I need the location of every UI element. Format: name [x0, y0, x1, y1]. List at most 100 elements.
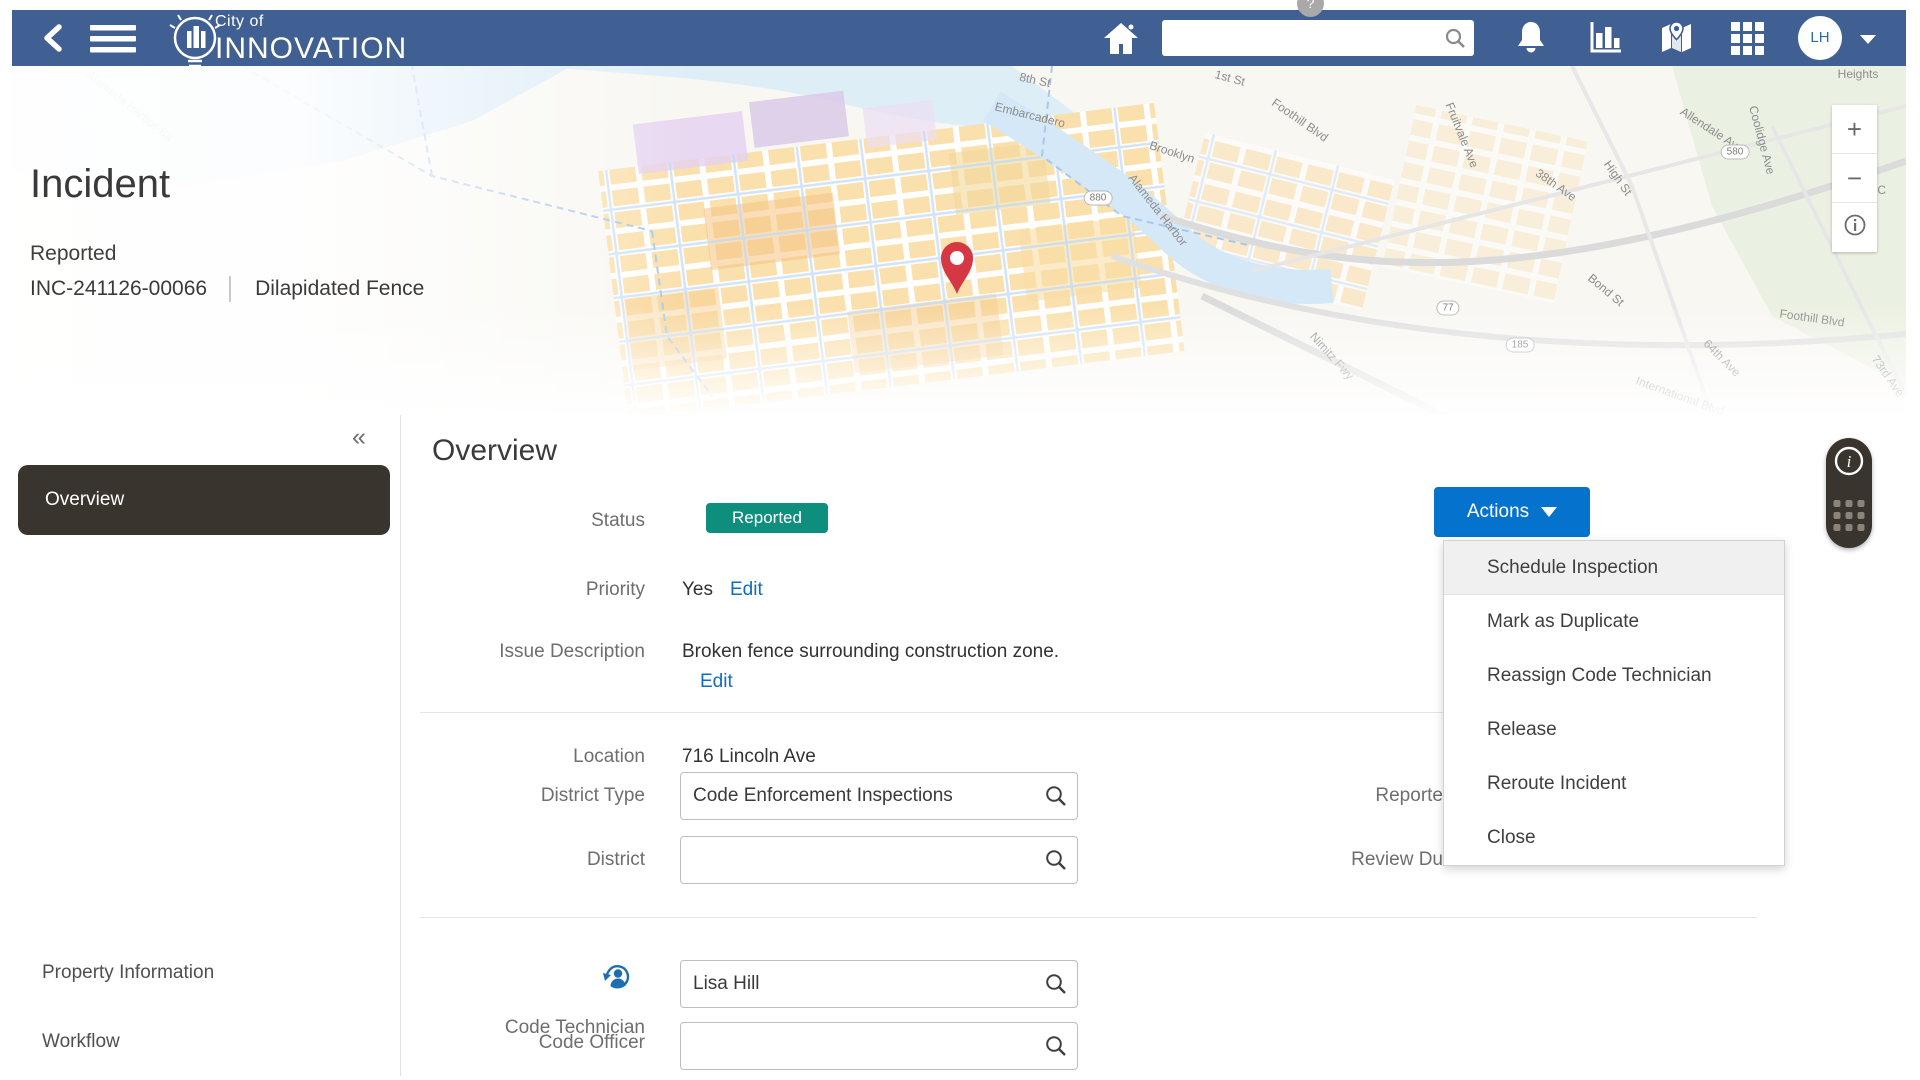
map-street-label: Foothill Blvd	[1269, 96, 1331, 145]
map-banner: Alameda Harbor-Ba8th St1st StEmbarcadero…	[12, 66, 1906, 415]
location-value: 716 Lincoln Ave	[682, 744, 816, 770]
notifications-button[interactable]	[1514, 19, 1548, 59]
actions-button-label: Actions	[1467, 501, 1529, 522]
hamburger-icon	[90, 25, 136, 53]
incident-type: Dilapidated Fence	[255, 277, 424, 301]
reported-date-label-truncated: Reporte	[1243, 783, 1443, 809]
map-icon	[1658, 20, 1695, 56]
map-street-label: 1st St	[1213, 67, 1246, 88]
map-street-label: Fruitvale Ave	[1443, 100, 1482, 169]
sidebar-item-workflow[interactable]: Workflow	[42, 1029, 120, 1055]
bar-chart-icon	[1588, 20, 1624, 56]
menu-item-schedule-inspection[interactable]: Schedule Inspection	[1444, 541, 1784, 595]
district-field	[680, 836, 1078, 884]
code-technician-field	[680, 960, 1078, 1008]
svg-text:i: i	[1847, 452, 1852, 471]
map-info-button[interactable]	[1832, 203, 1877, 252]
id-type-divider	[229, 276, 231, 302]
page-title: Incident	[30, 162, 424, 207]
map-zoom-out-button[interactable]: −	[1832, 154, 1877, 203]
home-button[interactable]	[1102, 21, 1140, 59]
status-badge: Reported	[706, 503, 828, 533]
priority-label: Priority	[292, 577, 645, 603]
app-logo[interactable]: City of INNOVATION	[215, 13, 407, 66]
back-chevron-icon	[38, 22, 70, 54]
issue-description-label: Issue Description	[292, 639, 645, 665]
logo-innovation: INNOVATION	[215, 32, 407, 66]
menu-item-reassign-code-technician[interactable]: Reassign Code Technician	[1444, 649, 1784, 703]
code-officer-label: Code Officer	[292, 1030, 645, 1056]
back-button[interactable]	[38, 22, 70, 57]
map-street-label: Embarcadero	[993, 99, 1066, 130]
district-type-search-icon[interactable]	[1045, 785, 1067, 807]
map-street-label: 8th St	[1018, 70, 1052, 90]
reassign-person-icon[interactable]	[602, 962, 632, 992]
actions-caret-icon	[1541, 507, 1557, 517]
code-technician-input[interactable]	[680, 960, 1078, 1008]
code-officer-input[interactable]	[680, 1022, 1078, 1070]
feedback-widget[interactable]: i	[1826, 438, 1872, 548]
district-label: District	[292, 847, 645, 873]
map-street-label: Alameda Harbor	[1126, 171, 1191, 248]
map-view-button[interactable]	[1658, 20, 1695, 59]
bell-icon	[1514, 19, 1548, 56]
map-street-label: Bond St	[1585, 271, 1627, 309]
feedback-dots-grid-icon	[1834, 500, 1865, 531]
section-divider	[420, 917, 1757, 918]
code-technician-search-icon[interactable]	[1045, 973, 1067, 995]
map-zoom-in-button[interactable]: +	[1832, 105, 1877, 154]
actions-dropdown-menu: Schedule Inspection Mark as Duplicate Re…	[1443, 540, 1785, 866]
district-search-icon[interactable]	[1045, 849, 1067, 871]
logo-city-of: City of	[215, 13, 407, 31]
map-street-label: Brooklyn	[1148, 138, 1197, 166]
status-label: Status	[292, 508, 645, 534]
global-search	[1162, 20, 1474, 56]
map-street-label: Coolidge Ave	[1746, 104, 1778, 176]
feedback-info-icon: i	[1833, 445, 1865, 477]
map-street-label: Heights	[1838, 67, 1879, 81]
grid-icon	[1731, 22, 1764, 55]
info-circle-icon	[1844, 214, 1866, 236]
search-icon[interactable]	[1445, 28, 1466, 49]
menu-item-reroute-incident[interactable]: Reroute Incident	[1444, 757, 1784, 811]
incident-title-block: Incident Reported INC-241126-00066 Dilap…	[30, 162, 424, 302]
incident-id-row: INC-241126-00066 Dilapidated Fence	[30, 276, 424, 302]
menu-item-release[interactable]: Release	[1444, 703, 1784, 757]
user-menu-caret-icon[interactable]	[1860, 35, 1876, 44]
district-type-label: District Type	[292, 783, 645, 809]
district-type-field	[680, 772, 1078, 820]
actions-button[interactable]: Actions	[1434, 487, 1590, 537]
map-zoom-controls: + −	[1832, 105, 1877, 252]
sidebar-collapse-button[interactable]: «	[352, 423, 364, 452]
incident-location-pin-icon[interactable]	[933, 236, 981, 298]
priority-value: Yes	[682, 577, 713, 603]
user-avatar[interactable]: LH	[1798, 16, 1842, 60]
search-input[interactable]	[1172, 20, 1442, 56]
district-type-input[interactable]	[680, 772, 1078, 820]
analytics-button[interactable]	[1588, 20, 1624, 59]
code-officer-field	[680, 1022, 1078, 1070]
incident-status-line: Reported	[30, 242, 424, 266]
app-window: City of INNOVATION	[12, 10, 1906, 1076]
code-officer-search-icon[interactable]	[1045, 1035, 1067, 1057]
highway-shield-label: 580	[1721, 145, 1750, 160]
incident-detail-content: « Overview Property Information Workflow…	[12, 415, 1906, 1076]
top-navigation-bar: City of INNOVATION	[12, 10, 1906, 66]
menu-item-mark-as-duplicate[interactable]: Mark as Duplicate	[1444, 595, 1784, 649]
apps-grid-button[interactable]	[1731, 22, 1764, 58]
issue-description-edit-link[interactable]: Edit	[700, 669, 733, 695]
overview-heading: Overview	[432, 434, 557, 468]
home-icon	[1102, 21, 1140, 56]
district-input[interactable]	[680, 836, 1078, 884]
incident-id: INC-241126-00066	[30, 277, 207, 301]
priority-edit-link[interactable]: Edit	[730, 577, 763, 603]
map-bottom-fade-overlay	[12, 305, 1906, 415]
map-street-label: High St	[1601, 158, 1635, 198]
review-due-label-truncated: Review Du	[1243, 847, 1443, 873]
location-label: Location	[292, 744, 645, 770]
menu-item-close[interactable]: Close	[1444, 811, 1784, 865]
issue-description-value: Broken fence surrounding construction zo…	[682, 639, 1059, 665]
map-street-label: 38th Ave	[1533, 166, 1579, 204]
sidebar-item-property-information[interactable]: Property Information	[42, 960, 214, 986]
hamburger-menu-button[interactable]	[90, 25, 136, 56]
